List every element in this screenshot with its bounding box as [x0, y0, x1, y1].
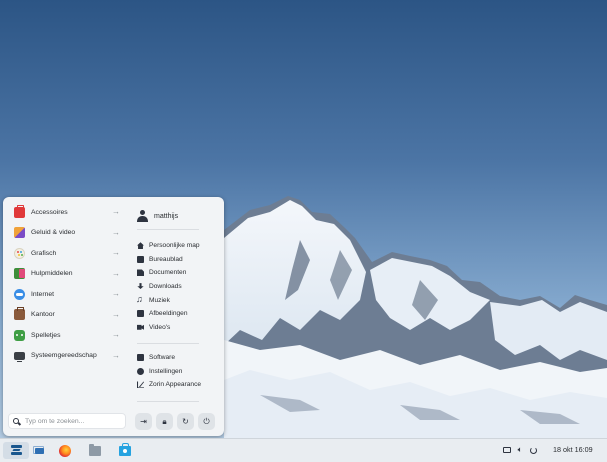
power-icon[interactable]: [528, 445, 538, 455]
music-icon: [136, 294, 144, 304]
places-list: Persoonlijke map Bureaublad Documenten D…: [136, 239, 200, 335]
video-icon: [137, 324, 144, 330]
system-software[interactable]: Software: [137, 351, 201, 365]
zorin-menu-button[interactable]: [3, 442, 29, 459]
arrow-right-icon: →: [112, 227, 120, 237]
place-bureaublad[interactable]: Bureaublad: [137, 253, 200, 267]
system-label: Zorin Appearance: [149, 381, 202, 389]
category-label: Geluid & video: [31, 229, 76, 237]
category-label: Systeemgereedschap: [31, 352, 97, 360]
search-icon: [13, 417, 20, 425]
arrow-right-icon: →: [112, 309, 120, 319]
place-downloads[interactable]: Downloads: [137, 280, 200, 294]
category-geluid-video[interactable]: Geluid & video →: [3, 223, 128, 244]
place-documenten[interactable]: Documenten: [137, 266, 200, 280]
zorin-logo-icon: [10, 445, 22, 456]
arrow-right-icon: →: [112, 330, 120, 339]
system-label: Instellingen: [149, 367, 183, 375]
place-label: Muziek: [149, 296, 170, 304]
screen-icon[interactable]: [502, 445, 512, 455]
firefox-button[interactable]: [56, 442, 73, 459]
image-icon: [137, 310, 144, 318]
download-icon: [137, 283, 144, 290]
place-videos[interactable]: Video's: [137, 321, 200, 335]
document-icon: [137, 269, 144, 277]
user-name: matthijs: [154, 212, 179, 220]
place-afbeeldingen[interactable]: Afbeeldingen: [137, 307, 200, 321]
windows-icon: [32, 445, 44, 454]
search-input[interactable]: [25, 417, 120, 425]
category-list: Accessoires → Geluid & video → Grafisch …: [3, 202, 128, 366]
category-kantoor[interactable]: Kantoor →: [3, 305, 128, 326]
category-grafisch[interactable]: Grafisch →: [3, 243, 128, 264]
search-box[interactable]: [8, 413, 126, 429]
volume-icon[interactable]: 🔈︎: [515, 445, 525, 455]
arrow-right-icon: →: [112, 248, 120, 257]
category-systeemgereedschap[interactable]: Systeemgereedschap →: [3, 346, 128, 367]
category-hulpmiddelen[interactable]: Hulpmiddelen →: [3, 264, 128, 285]
separator: [137, 229, 199, 230]
briefcase-icon: [14, 307, 25, 321]
zorin-appearance-icon: [137, 381, 144, 388]
user-row[interactable]: matthijs: [137, 210, 178, 222]
restart-button[interactable]: ↻: [177, 413, 194, 430]
category-spelletjes[interactable]: Spelletjes →: [3, 325, 128, 346]
software-icon: [137, 354, 144, 362]
category-label: Internet: [31, 290, 55, 298]
files-button[interactable]: [86, 442, 103, 459]
toolbox-icon: [14, 204, 25, 218]
taskbar: 🔈︎ 18 okt 16:09: [0, 438, 607, 462]
arrow-right-icon: →: [112, 207, 120, 216]
arrow-right-icon: →: [112, 289, 120, 298]
lock-button[interactable]: 🔒︎: [156, 413, 173, 430]
category-label: Grafisch: [31, 249, 57, 257]
software-store-button[interactable]: [116, 442, 133, 459]
category-accessoires[interactable]: Accessoires →: [3, 202, 128, 223]
separator: [137, 401, 199, 402]
place-label: Downloads: [149, 283, 182, 291]
system-zorin-appearance[interactable]: Zorin Appearance: [137, 378, 201, 392]
shutdown-button[interactable]: ⏻: [198, 413, 215, 430]
category-label: Kantoor: [31, 311, 55, 319]
arrow-right-icon: →: [112, 268, 120, 278]
media-icon: [14, 227, 25, 239]
clock[interactable]: 18 okt 16:09: [553, 445, 593, 454]
system-label: Software: [149, 354, 176, 362]
category-label: Accessoires: [31, 208, 68, 216]
separator: [137, 343, 199, 344]
place-label: Bureaublad: [149, 255, 183, 263]
store-icon: [118, 442, 131, 456]
place-label: Afbeeldingen: [149, 310, 188, 318]
system-list: Software Instellingen Zorin Appearance: [137, 351, 201, 392]
monitor-icon: [14, 352, 25, 363]
place-persoonlijke-map[interactable]: Persoonlijke map: [137, 239, 200, 253]
category-label: Spelletjes: [31, 331, 61, 339]
logout-button[interactable]: ⇥: [135, 413, 152, 430]
cloud-icon: [14, 288, 25, 300]
system-instellingen[interactable]: Instellingen: [137, 365, 201, 379]
window-switcher-button[interactable]: [31, 442, 47, 459]
category-internet[interactable]: Internet →: [3, 284, 128, 305]
folder-icon: [88, 443, 101, 456]
power-icon: ⏻: [203, 416, 210, 426]
restart-icon: ↻: [182, 416, 189, 426]
arrow-right-icon: →: [112, 350, 120, 360]
lock-icon: 🔒︎: [162, 416, 167, 426]
place-label: Video's: [149, 323, 171, 331]
home-icon: [137, 242, 144, 250]
place-label: Persoonlijke map: [149, 242, 200, 250]
gamepad-icon: [14, 329, 25, 341]
user-icon: [137, 210, 148, 222]
place-label: Documenten: [149, 269, 187, 277]
category-label: Hulpmiddelen: [31, 270, 73, 278]
desktop-icon: [137, 255, 144, 263]
place-muziek[interactable]: Muziek: [136, 293, 200, 307]
settings-icon: [137, 367, 144, 375]
firefox-icon: [58, 444, 71, 457]
logout-icon: ⇥: [140, 416, 147, 426]
palette-icon: [14, 247, 25, 259]
help-icon: [14, 268, 25, 280]
